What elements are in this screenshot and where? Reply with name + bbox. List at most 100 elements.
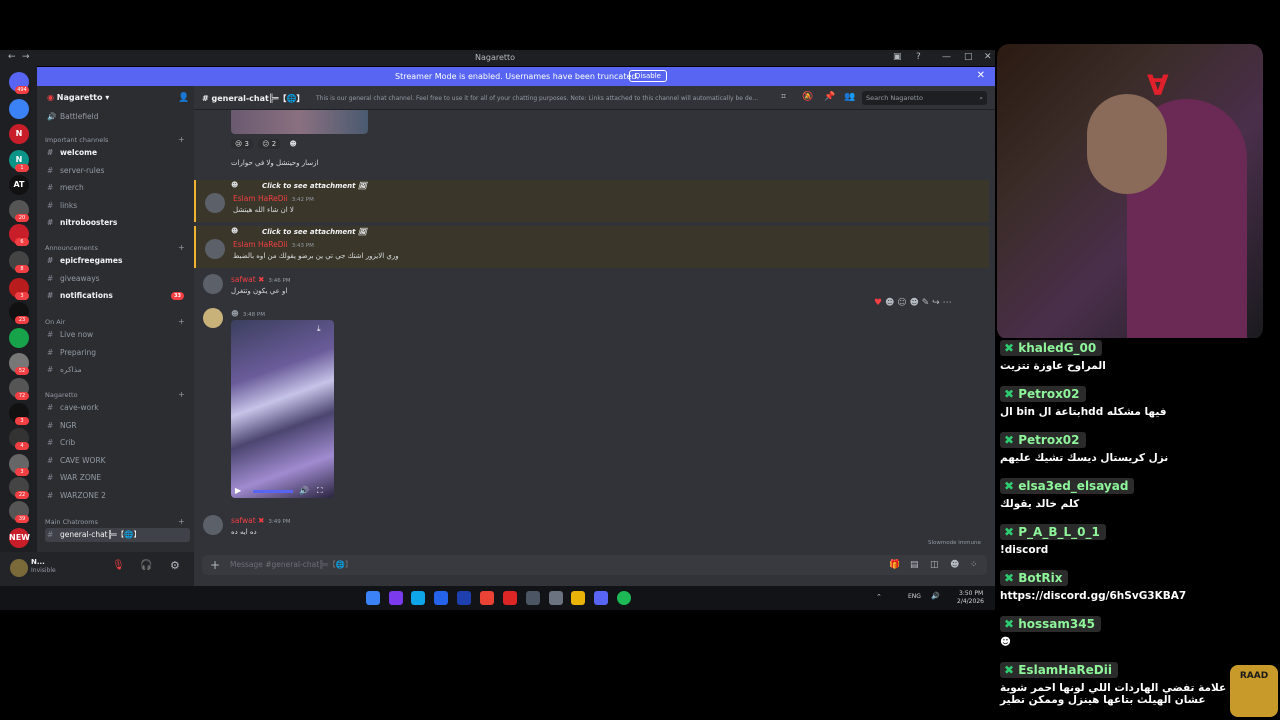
tray-chevron-icon[interactable]: ⌃ (876, 593, 882, 601)
category-header[interactable]: Main Chatrooms + (45, 517, 185, 526)
chat-username[interactable]: ✖ BotRix (1000, 570, 1069, 586)
image-attachment[interactable] (231, 110, 368, 134)
channel-item[interactable]: # welcome (45, 146, 190, 160)
pin-icon[interactable]: 📌 (824, 92, 835, 102)
server-name[interactable]: ◉ Nagaretto ▾ (47, 93, 109, 102)
channel-item[interactable]: # CAVE WORK (45, 454, 190, 468)
video-attachment[interactable]: ⤓ ▶ 🔊 ⛶ (231, 320, 334, 498)
apps-icon[interactable]: ⁘ (970, 555, 978, 575)
add-reaction-icon[interactable]: ☻ (909, 298, 918, 308)
emoji-reaction-icon[interactable]: ☻ (885, 298, 894, 308)
add-member-icon[interactable]: 👤 (178, 93, 189, 103)
close-banner-icon[interactable]: ✕ (977, 70, 985, 81)
channel-item[interactable]: # cave-work (45, 401, 190, 415)
volume-icon[interactable]: 🔊 (299, 486, 309, 495)
more-icon[interactable]: ⋯ (943, 298, 952, 308)
mic-muted-icon[interactable]: 🎙 (112, 560, 125, 571)
help-icon[interactable]: ? (916, 52, 921, 62)
start-icon[interactable] (366, 591, 380, 605)
back-icon[interactable]: ← (8, 52, 16, 62)
server-icon[interactable]: AT (9, 175, 29, 195)
chat-username[interactable]: ✖ EslamHaReDii (1000, 662, 1118, 678)
add-attachment-icon[interactable]: + (210, 555, 220, 575)
heart-reaction-icon[interactable]: ♥ (874, 298, 882, 308)
emoji-reaction-icon[interactable]: ☺ (897, 298, 906, 308)
chat-username[interactable]: ✖ hossam345 (1000, 616, 1101, 632)
avatar[interactable] (205, 193, 225, 213)
forward-icon[interactable]: → (22, 52, 30, 62)
chat-username[interactable]: ✖ Petrox02 (1000, 386, 1086, 402)
message-author[interactable]: ☻ 3:48 PM (231, 309, 265, 318)
discord-icon[interactable] (594, 591, 608, 605)
channel-item[interactable]: # notifications 33 (45, 289, 190, 303)
reaction[interactable]: 😢 3 (231, 139, 253, 149)
channel-item[interactable]: # Crib (45, 436, 190, 450)
add-channel-icon[interactable]: + (178, 243, 185, 252)
app-icon[interactable] (526, 591, 540, 605)
threads-icon[interactable]: ⌗ (781, 92, 786, 102)
channel-item[interactable]: # giveaways (45, 272, 190, 286)
server-icon[interactable]: N (9, 124, 29, 144)
reply-attachment-link[interactable]: Click to see attachment 🖼 (262, 182, 367, 190)
avatar[interactable] (10, 559, 28, 577)
server-icon[interactable]: NEW (9, 528, 30, 548)
add-channel-icon[interactable]: + (178, 390, 185, 399)
add-channel-icon[interactable]: + (178, 135, 185, 144)
copilot-icon[interactable] (389, 591, 403, 605)
avatar[interactable] (203, 308, 223, 328)
avatar[interactable] (203, 274, 223, 294)
channel-item[interactable]: # merch (45, 181, 190, 195)
edit-icon[interactable]: ✎ (922, 298, 930, 308)
reaction[interactable]: 😕 2 (258, 139, 281, 149)
channel-item[interactable]: # WAR ZONE (45, 471, 190, 485)
channel-item[interactable]: # NGR (45, 419, 190, 433)
channel-item[interactable]: # server-rules (45, 164, 190, 178)
disable-streamer-mode-button[interactable]: Disable (629, 70, 667, 82)
clock-time[interactable]: 3:50 PM (959, 590, 983, 597)
channel-item[interactable]: # epicfreegames (45, 254, 190, 268)
channel-item[interactable]: # links (45, 199, 190, 213)
channel-item[interactable]: # Live now (45, 328, 190, 342)
app-icon[interactable] (549, 591, 563, 605)
app-icon[interactable] (457, 591, 471, 605)
maximize-icon[interactable]: □ (964, 52, 973, 62)
download-icon[interactable]: ⤓ (317, 324, 321, 334)
video-progress[interactable] (253, 490, 293, 493)
add-channel-icon[interactable]: + (178, 317, 185, 326)
chat-username[interactable]: ✖ Petrox02 (1000, 432, 1086, 448)
category-header[interactable]: Important channels + (45, 135, 185, 144)
fullscreen-icon[interactable]: ⛶ (317, 486, 323, 496)
play-icon[interactable]: ▶ (235, 486, 241, 495)
emoji-icon[interactable]: ☻ (950, 555, 959, 575)
chrome-icon[interactable] (480, 591, 494, 605)
channel-topic[interactable]: This is our general chat channel. Feel f… (316, 95, 766, 102)
server-icon[interactable] (9, 328, 29, 348)
channel-item[interactable]: # مذاكره (45, 363, 190, 377)
chat-username[interactable]: ✖ khaledG_00 (1000, 340, 1103, 356)
message-author[interactable]: safwat ✖ 3:46 PM (231, 275, 291, 284)
minimize-icon[interactable]: — (942, 52, 951, 62)
chat-username[interactable]: ✖ elsa3ed_elsayad (1000, 478, 1135, 494)
gift-icon[interactable]: 🎁 (889, 555, 900, 575)
reply-icon[interactable]: ↪ (932, 298, 940, 308)
inbox-icon[interactable]: ▣ (893, 52, 902, 62)
clock-date[interactable]: 2/4/2026 (957, 598, 984, 605)
add-channel-icon[interactable]: + (178, 517, 185, 526)
category-header[interactable]: Announcements + (45, 243, 185, 252)
channel-item[interactable]: # general-chat╠═【🌐】 (45, 528, 190, 542)
notification-bell-icon[interactable]: 🔕 (802, 92, 813, 102)
avatar[interactable] (203, 515, 223, 535)
channel-item[interactable]: # nitroboosters (45, 216, 190, 230)
language-indicator[interactable]: ENG (908, 593, 921, 600)
user-settings-icon[interactable]: ⚙ (170, 559, 180, 572)
add-reaction-icon[interactable]: ☻ (285, 139, 300, 149)
edge-icon[interactable] (411, 591, 425, 605)
category-header[interactable]: On Air + (45, 317, 185, 326)
category-header[interactable]: Nagaretto + (45, 390, 185, 399)
file-explorer-icon[interactable] (571, 591, 585, 605)
channel-item[interactable]: # WARZONE 2 (45, 489, 190, 503)
volume-icon[interactable]: 🔊 (931, 592, 940, 600)
chat-username[interactable]: ✖ P_A_B_L_0_1 (1000, 524, 1106, 540)
search-input[interactable]: Search Nagaretto ⌕ (862, 91, 987, 105)
avatar[interactable] (205, 239, 225, 259)
